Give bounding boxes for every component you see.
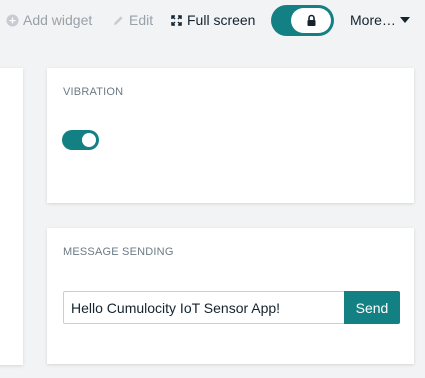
expand-icon <box>170 14 183 27</box>
pencil-icon <box>112 14 125 27</box>
add-widget-label: Add widget <box>23 12 93 28</box>
more-menu-button[interactable]: More… <box>350 11 410 29</box>
vibration-widget: VIBRATION <box>47 68 414 203</box>
send-button[interactable]: Send <box>344 291 400 324</box>
edit-button[interactable]: Edit <box>112 11 153 29</box>
more-label: More… <box>350 12 396 28</box>
dashboard-toolbar: Add widget Edit Full screen More… <box>0 0 425 40</box>
full-screen-label: Full screen <box>187 12 256 28</box>
caret-down-icon <box>399 17 410 23</box>
lock-icon <box>306 14 317 27</box>
message-sending-widget: MESSAGE SENDING Send <box>47 228 414 364</box>
vibration-toggle[interactable] <box>62 130 99 150</box>
left-widget-card <box>0 68 23 365</box>
lock-toggle-knob <box>291 8 331 33</box>
add-widget-button[interactable]: Add widget <box>6 11 92 29</box>
plus-circle-icon <box>6 14 19 27</box>
message-input-group: Send <box>63 291 400 324</box>
vibration-toggle-knob <box>82 133 96 147</box>
full-screen-button[interactable]: Full screen <box>170 11 255 29</box>
vibration-widget-title: VIBRATION <box>63 86 124 98</box>
message-sending-widget-title: MESSAGE SENDING <box>63 246 174 258</box>
message-input[interactable] <box>63 291 344 324</box>
dashboard-lock-toggle[interactable] <box>271 5 334 36</box>
edit-label: Edit <box>129 12 154 28</box>
